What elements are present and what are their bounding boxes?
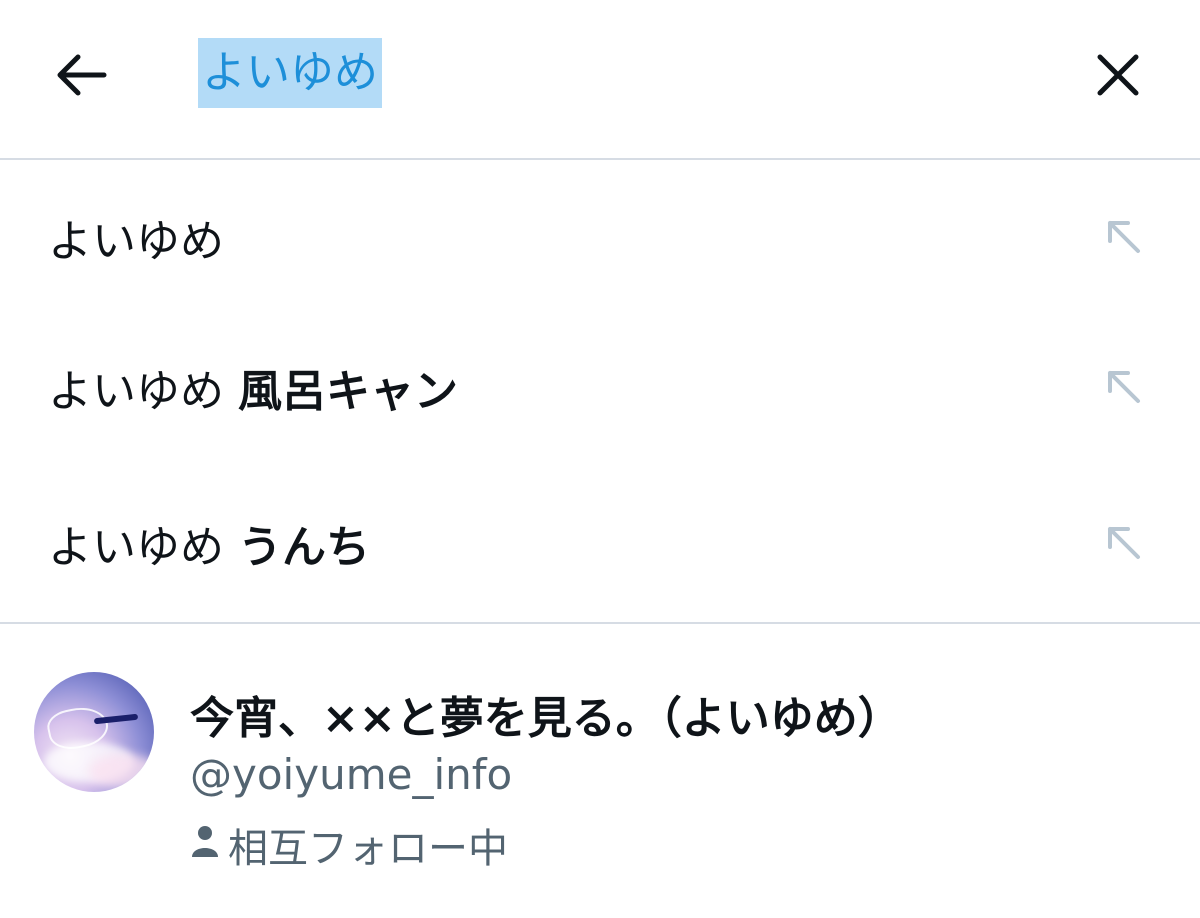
suggestion-item[interactable]: よいゆめ 風呂キャン: [0, 312, 1200, 462]
fill-query-button[interactable]: [1100, 519, 1148, 567]
suggestion-label: よいゆめ 風呂キャン: [48, 366, 458, 417]
search-screen: よいゆめ よいゆめ よいゆめ 風呂キャン よいゆめ うんち 今宵、××と夢を見る…: [0, 0, 1200, 918]
arrow-left-icon: [57, 54, 107, 96]
user-handle: @yoiyume_info: [190, 750, 513, 799]
back-button[interactable]: [42, 40, 122, 110]
suggestion-label: よいゆめ: [48, 216, 224, 267]
fill-query-button[interactable]: [1100, 363, 1148, 411]
search-suggestions-list: よいゆめ よいゆめ 風呂キャン よいゆめ うんち: [0, 162, 1200, 624]
close-icon: [1097, 54, 1139, 96]
fill-query-button[interactable]: [1100, 213, 1148, 261]
arrow-up-left-icon: [1108, 527, 1140, 559]
avatar[interactable]: [34, 672, 154, 792]
user-result-row[interactable]: 今宵、××と夢を見る。（よいゆめ） @yoiyume_info 相互フォロー中: [0, 626, 1200, 918]
suggestion-label: よいゆめ うんち: [48, 522, 370, 573]
suggestion-item[interactable]: よいゆめ うんち: [0, 468, 1200, 618]
follow-status-label: 相互フォロー中: [228, 826, 508, 872]
arrow-up-left-icon: [1108, 371, 1140, 403]
clear-search-button[interactable]: [1080, 40, 1156, 110]
search-header: よいゆめ: [0, 0, 1200, 160]
follow-status: 相互フォロー中: [190, 818, 508, 872]
search-input-value: よいゆめ: [198, 38, 382, 108]
search-input[interactable]: よいゆめ: [198, 38, 382, 108]
arrow-up-left-icon: [1108, 221, 1140, 253]
user-display-name: 今宵、××と夢を見る。（よいゆめ）: [190, 693, 902, 744]
person-icon: [190, 825, 222, 865]
suggestion-item[interactable]: よいゆめ: [0, 162, 1200, 312]
